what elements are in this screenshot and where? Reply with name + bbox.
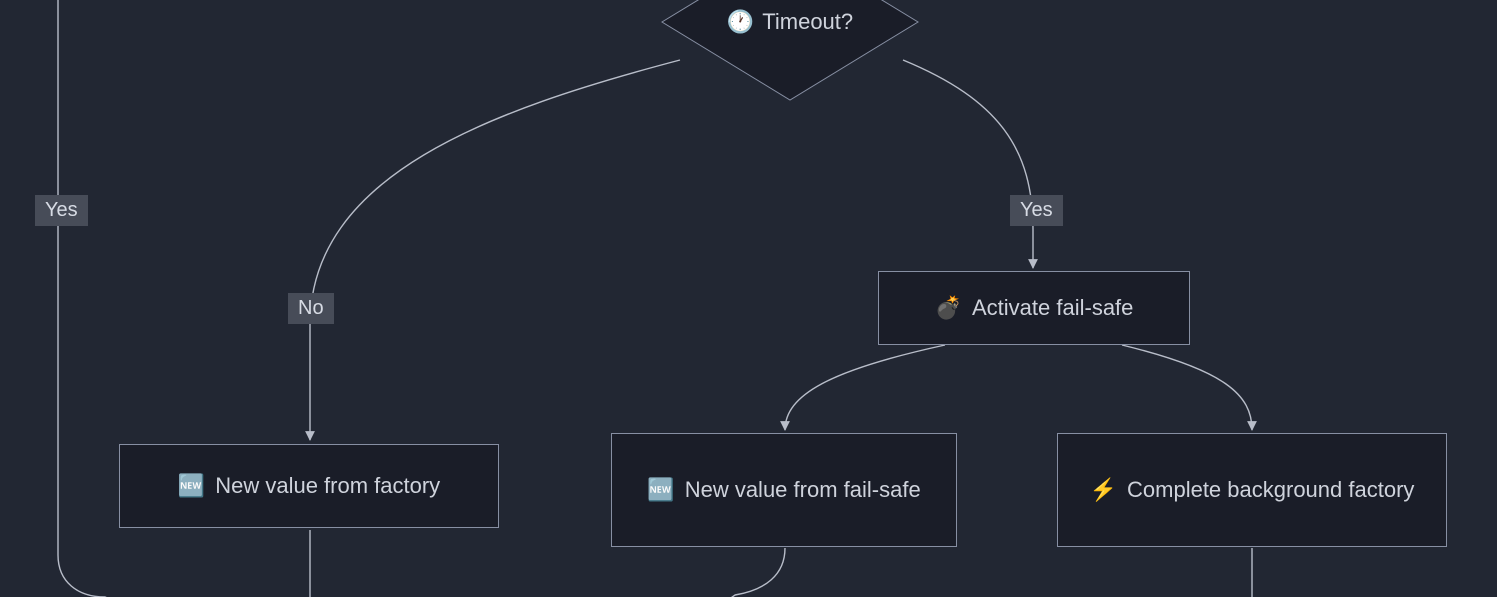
edge-failsafe-right bbox=[1122, 345, 1252, 430]
edge-timeout-no bbox=[310, 60, 680, 440]
edge-failsafe-left bbox=[785, 345, 945, 430]
new-icon: 🆕 bbox=[647, 479, 674, 501]
node-complete-bg-factory: ⚡ Complete background factory bbox=[1057, 433, 1447, 547]
node-new-value-failsafe: 🆕 New value from fail-safe bbox=[611, 433, 957, 547]
edge-label-yes-right: Yes bbox=[1010, 195, 1063, 226]
node-label: New value from factory bbox=[215, 472, 440, 501]
node-new-value-factory: 🆕 New value from factory bbox=[119, 444, 499, 528]
decision-label: Timeout? bbox=[762, 9, 853, 35]
new-icon: 🆕 bbox=[178, 475, 205, 497]
node-label: Complete background factory bbox=[1127, 476, 1414, 505]
edge-label-yes-left: Yes bbox=[35, 195, 88, 226]
node-activate-failsafe: 💣 Activate fail-safe bbox=[878, 271, 1190, 345]
node-label: New value from fail-safe bbox=[685, 476, 921, 505]
flowchart-canvas: 🕐 Timeout? Yes No Yes 💣 Activate fail-sa… bbox=[0, 0, 1497, 597]
lightning-icon: ⚡ bbox=[1090, 479, 1117, 501]
node-label: Activate fail-safe bbox=[972, 294, 1133, 323]
edge-label-no: No bbox=[288, 293, 334, 324]
edge-failsafe-value-down bbox=[700, 548, 785, 597]
edge-timeout-yes bbox=[903, 60, 1033, 268]
clock-icon: 🕐 bbox=[727, 9, 754, 35]
decision-timeout: 🕐 Timeout? bbox=[660, 0, 920, 102]
bomb-icon: 💣 bbox=[935, 297, 962, 319]
